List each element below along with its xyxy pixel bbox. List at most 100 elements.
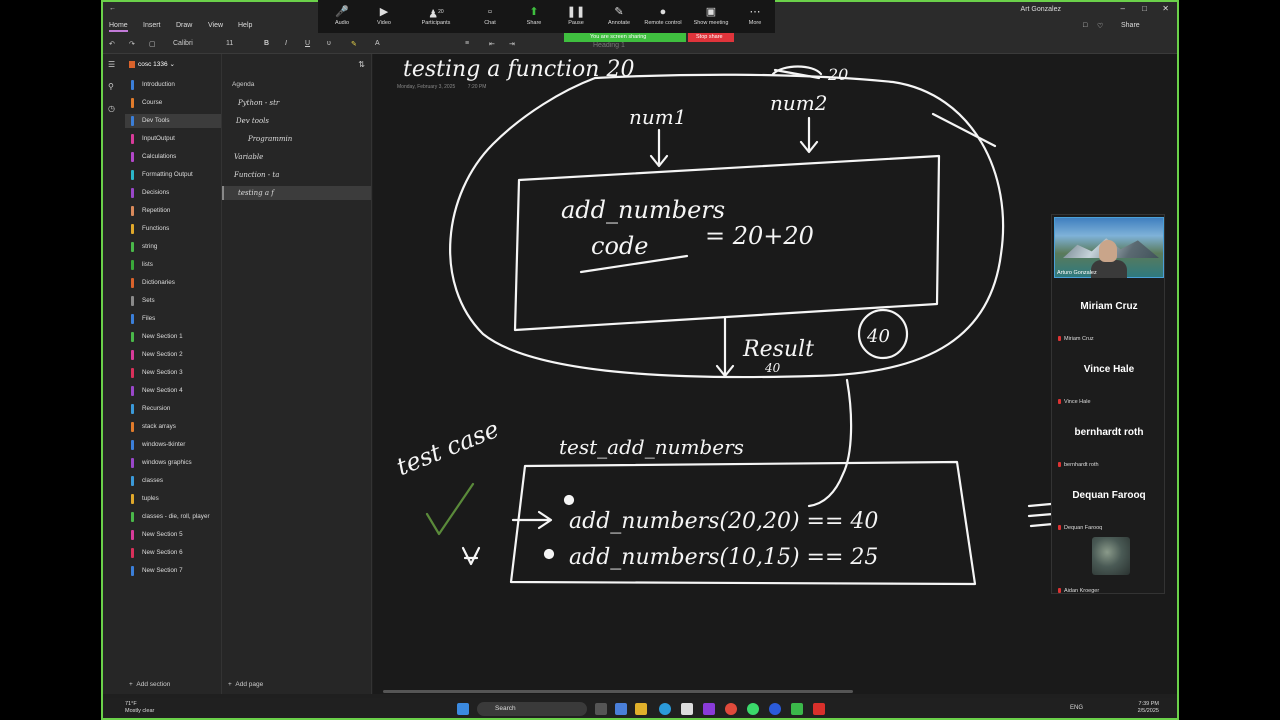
participant-tile[interactable]: Miriam Cruz Miriam Cruz: [1054, 281, 1164, 344]
participant-tile[interactable]: Aidan Kroeger: [1054, 533, 1164, 596]
section-item[interactable]: tuples: [125, 492, 221, 506]
strikethrough-icon[interactable]: ᴜ: [327, 40, 331, 47]
sticky-icon[interactable]: □: [1083, 22, 1087, 29]
section-item[interactable]: Course: [125, 96, 221, 110]
maximize-icon[interactable]: □: [1142, 4, 1147, 13]
terminal-icon[interactable]: [791, 703, 803, 715]
notebooks-icon[interactable]: ☰: [108, 60, 118, 70]
annotate-button[interactable]: ✎ Annotate: [599, 4, 639, 26]
show-meeting-button[interactable]: ▣ Show meeting: [691, 4, 731, 26]
section-item[interactable]: string: [125, 240, 221, 254]
bell-icon[interactable]: ♡: [1097, 22, 1103, 30]
indent-icon[interactable]: ⇥: [509, 40, 515, 48]
edge-icon[interactable]: [659, 703, 671, 715]
highlight-icon[interactable]: ✎: [351, 40, 357, 48]
undo-icon[interactable]: ↶: [109, 40, 115, 48]
section-item[interactable]: New Section 4: [125, 384, 221, 398]
back-arrow-icon[interactable]: ←: [109, 5, 116, 12]
section-item[interactable]: InputOutput: [125, 132, 221, 146]
section-item[interactable]: windows graphics: [125, 456, 221, 470]
participant-tile[interactable]: bernhardt roth bernhardt roth: [1054, 407, 1164, 470]
section-item[interactable]: Recursion: [125, 402, 221, 416]
tab-home[interactable]: Home: [109, 22, 128, 32]
section-item[interactable]: Sets: [125, 294, 221, 308]
page-item[interactable]: Agenda: [222, 78, 371, 92]
page-item[interactable]: Programmin: [222, 132, 371, 146]
clipboard-icon[interactable]: ▢: [149, 40, 156, 48]
tab-draw[interactable]: Draw: [176, 22, 192, 29]
page-item[interactable]: Variable: [222, 150, 371, 164]
sort-icon[interactable]: ⇅: [358, 60, 365, 69]
section-item[interactable]: stack arrays: [125, 420, 221, 434]
self-video[interactable]: Arturo Gonzalez: [1054, 217, 1164, 278]
copilot-icon[interactable]: [615, 703, 627, 715]
minimize-icon[interactable]: –: [1121, 4, 1125, 13]
outdent-icon[interactable]: ⇤: [489, 40, 495, 48]
taskbar-search[interactable]: Search: [477, 702, 587, 716]
language-indicator[interactable]: ENG: [1070, 705, 1083, 711]
stop-share-button[interactable]: Stop share: [688, 33, 734, 42]
pause-button[interactable]: ❚❚ Pause: [556, 4, 596, 26]
section-item[interactable]: lists: [125, 258, 221, 272]
task-view-icon[interactable]: [595, 703, 607, 715]
more-button[interactable]: ⋯ More: [735, 4, 775, 26]
share-button[interactable]: Share: [1121, 22, 1140, 29]
onenote-taskbar-icon[interactable]: [703, 703, 715, 715]
section-item[interactable]: Repetition: [125, 204, 221, 218]
section-item[interactable]: New Section 3: [125, 366, 221, 380]
participant-tile[interactable]: Vince Hale Vince Hale: [1054, 344, 1164, 407]
section-item[interactable]: New Section 1: [125, 330, 221, 344]
section-item[interactable]: Calculations: [125, 150, 221, 164]
page-item[interactable]: Dev tools: [222, 114, 371, 128]
file-explorer-icon[interactable]: [635, 703, 647, 715]
tab-view[interactable]: View: [208, 22, 223, 29]
weather-widget[interactable]: 71°F Mostly clear: [125, 701, 154, 715]
section-item[interactable]: New Section 2: [125, 348, 221, 362]
underline-button[interactable]: U: [305, 40, 310, 47]
chrome-alt-icon[interactable]: [747, 703, 759, 715]
redo-icon[interactable]: ↷: [129, 40, 135, 48]
horizontal-scrollbar[interactable]: [383, 690, 853, 693]
participants-button[interactable]: ♟20 Participants: [416, 4, 456, 26]
search-icon[interactable]: ⚲: [108, 82, 118, 92]
font-size-select[interactable]: 11: [226, 40, 233, 47]
video-button[interactable]: ▶ Video: [364, 4, 404, 26]
section-item[interactable]: Formatting Output: [125, 168, 221, 182]
clock[interactable]: 7:39 PM 2/5/2025: [1138, 701, 1159, 715]
section-item[interactable]: classes - die, roll, player: [125, 510, 221, 524]
zoom-taskbar-icon[interactable]: [769, 703, 781, 715]
share-screen-button[interactable]: ⬆ Share: [514, 4, 554, 26]
participant-tile[interactable]: Dequan Farooq Dequan Farooq: [1054, 470, 1164, 533]
section-item[interactable]: Dev Tools: [125, 114, 221, 128]
page-item[interactable]: Function - ta: [222, 168, 371, 182]
bullet-list-icon[interactable]: ≡: [465, 40, 469, 47]
section-item[interactable]: New Section 7: [125, 564, 221, 578]
user-name[interactable]: Art Gonzalez: [1021, 6, 1061, 13]
font-select[interactable]: Calibri: [173, 40, 193, 47]
page-item[interactable]: Python - str: [222, 96, 371, 110]
chrome-icon[interactable]: [725, 703, 737, 715]
heading-placeholder[interactable]: Heading 1: [593, 42, 625, 49]
section-item[interactable]: Dictionaries: [125, 276, 221, 290]
pdf-icon[interactable]: [813, 703, 825, 715]
section-item[interactable]: New Section 6: [125, 546, 221, 560]
section-item[interactable]: Functions: [125, 222, 221, 236]
notebook-selector[interactable]: cosc 1336 ⌄: [129, 60, 175, 68]
bold-button[interactable]: B: [264, 40, 269, 47]
tab-help[interactable]: Help: [238, 22, 252, 29]
add-page-button[interactable]: + Add page: [228, 681, 263, 688]
tab-insert[interactable]: Insert: [143, 22, 161, 29]
recent-icon[interactable]: ◷: [108, 104, 118, 114]
close-icon[interactable]: ✕: [1162, 4, 1169, 13]
audio-button[interactable]: 🎤 Audio: [322, 4, 362, 26]
section-item[interactable]: Decisions: [125, 186, 221, 200]
section-item[interactable]: classes: [125, 474, 221, 488]
italic-button[interactable]: I: [285, 40, 287, 47]
page-item[interactable]: testing a f: [222, 186, 371, 200]
font-color-icon[interactable]: A: [375, 40, 380, 47]
section-item[interactable]: Files: [125, 312, 221, 326]
section-item[interactable]: New Section 5: [125, 528, 221, 542]
chat-button[interactable]: ▫ Chat: [470, 4, 510, 26]
start-icon[interactable]: [457, 703, 469, 715]
add-section-button[interactable]: + Add section: [129, 681, 170, 688]
